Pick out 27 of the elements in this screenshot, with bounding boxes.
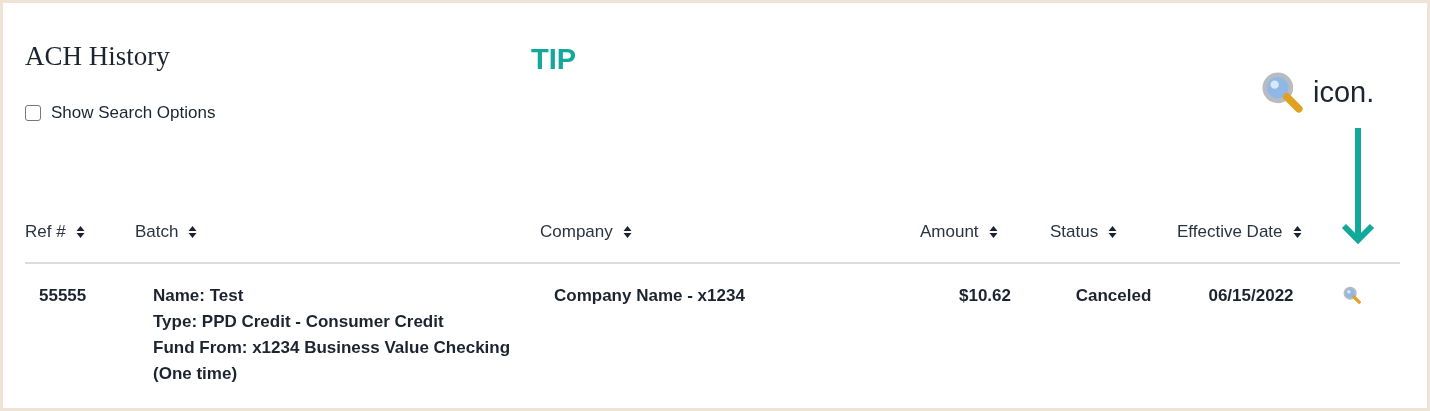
callout-text: icon. [1313, 75, 1375, 109]
checkbox-label[interactable]: Show Search Options [51, 103, 216, 123]
sort-icon[interactable] [1108, 225, 1118, 239]
magnifier-icon [1261, 71, 1303, 113]
sort-icon[interactable] [188, 225, 198, 239]
table-cell: $10.62 [959, 286, 1011, 305]
sort-icon[interactable] [1292, 225, 1302, 239]
column-header[interactable]: Amount [920, 222, 979, 242]
sort-icon[interactable] [622, 225, 632, 239]
tip-label: TIP [531, 43, 577, 76]
column-header[interactable]: Company [540, 222, 613, 242]
table-cell: 06/15/2022 [1208, 286, 1294, 305]
column-header[interactable]: Effective Date [1177, 222, 1283, 242]
batch-detail: Fund From: x1234 Business Value Checking [153, 338, 512, 358]
column-header[interactable]: Ref # [25, 222, 66, 242]
table-cell: Company Name - x1234 [554, 286, 745, 305]
column-header[interactable]: Status [1050, 222, 1099, 242]
sort-icon[interactable] [75, 225, 85, 239]
table-cell: 55555 [39, 286, 87, 305]
page-title: ACH History [25, 41, 170, 72]
table-cell: Canceled [1075, 286, 1152, 305]
batch-detail: (One time) [153, 364, 239, 384]
checkbox[interactable] [25, 105, 41, 121]
column-header[interactable]: Batch [135, 222, 179, 242]
batch-detail: Type: PPD Credit - Consumer Credit [153, 312, 445, 332]
batch-detail: Name: Test [153, 286, 245, 306]
sort-icon[interactable] [988, 225, 998, 239]
